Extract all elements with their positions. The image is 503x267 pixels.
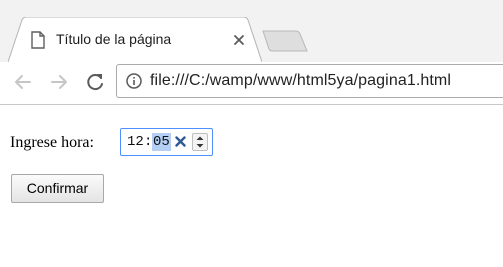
spin-up-icon[interactable] (193, 134, 207, 142)
reload-icon[interactable] (84, 71, 106, 93)
tab-title: Título de la página (56, 31, 172, 47)
back-arrow-icon[interactable] (12, 71, 34, 93)
hour-segment[interactable]: 12 (127, 133, 144, 151)
tab-strip: Título de la página (0, 0, 503, 63)
url-text: file:///C:/wamp/www/html5ya/pagina1.html (150, 72, 451, 89)
time-field-label: Ingrese hora: (10, 134, 94, 151)
minute-segment[interactable]: 05 (152, 133, 171, 151)
browser-window: Título de la página file:///C:/wamp/www/… (0, 0, 503, 267)
time-input[interactable]: 12 : 05 (120, 128, 213, 156)
page-content: Ingrese hora: 12 : 05 Confirmar (0, 105, 503, 267)
spin-down-icon[interactable] (193, 142, 207, 150)
time-spinner[interactable] (192, 133, 208, 151)
address-bar[interactable]: file:///C:/wamp/www/html5ya/pagina1.html (116, 64, 503, 98)
info-icon[interactable] (126, 73, 142, 89)
tab-active[interactable]: Título de la página (8, 17, 262, 63)
confirm-button[interactable]: Confirmar (11, 174, 104, 203)
new-tab-button[interactable] (262, 30, 308, 52)
forward-arrow-icon[interactable] (48, 71, 70, 93)
clear-icon[interactable] (175, 136, 186, 147)
close-icon[interactable] (232, 33, 246, 47)
toolbar: file:///C:/wamp/www/html5ya/pagina1.html (0, 62, 503, 105)
page-icon (31, 31, 45, 49)
